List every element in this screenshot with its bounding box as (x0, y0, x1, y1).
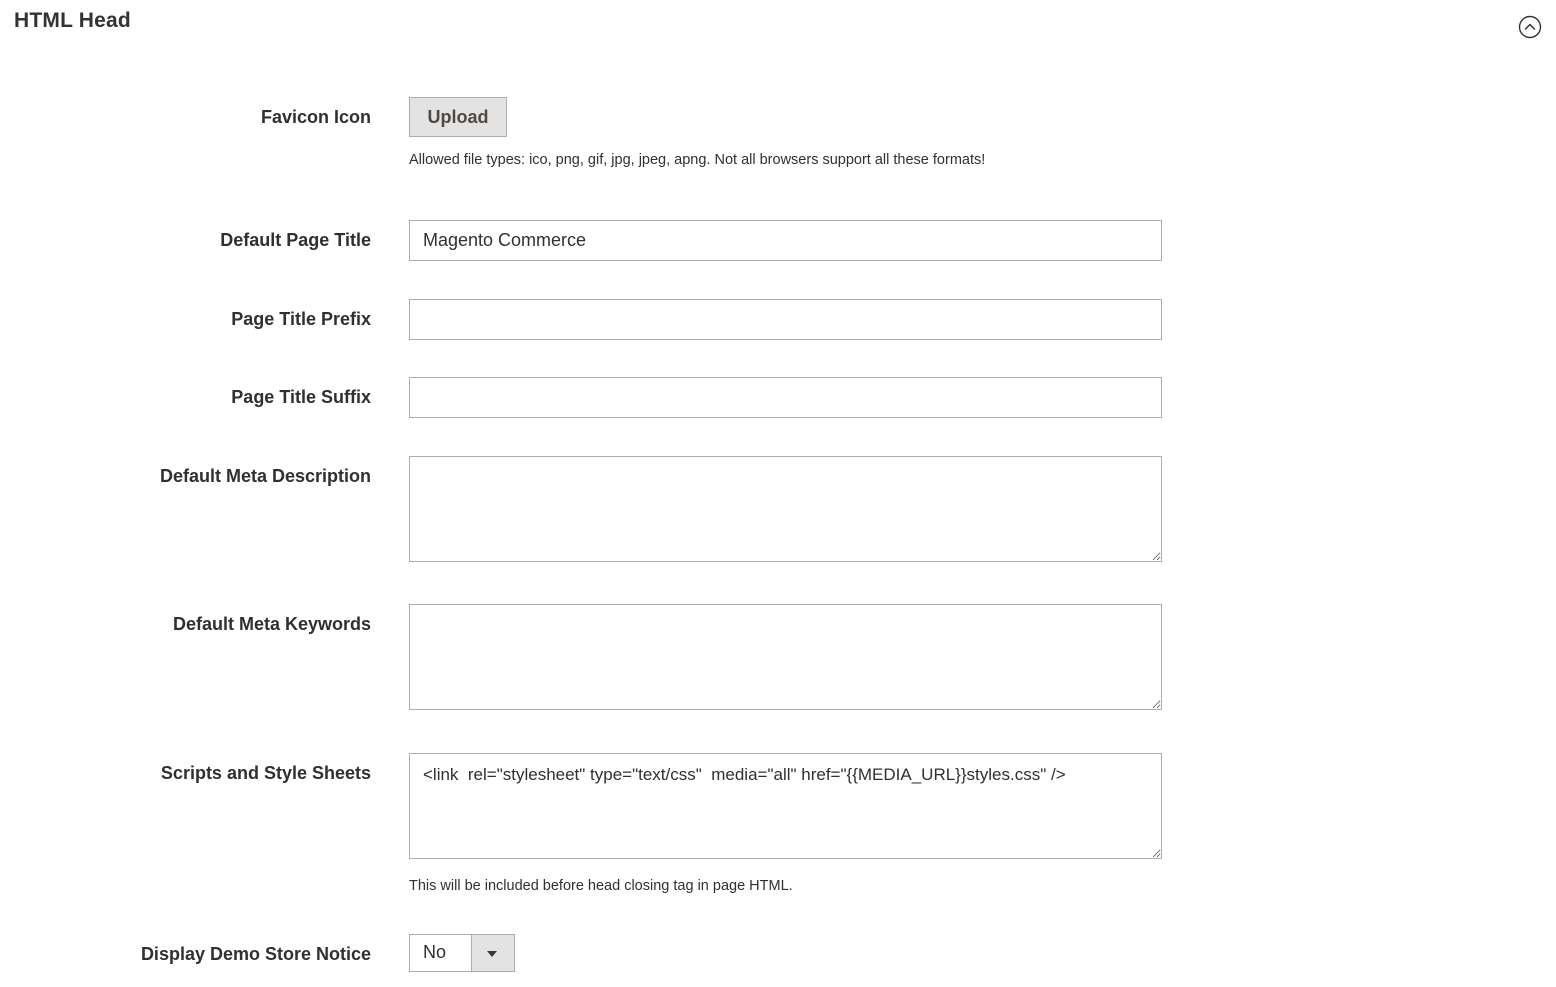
demo-notice-select[interactable]: No (409, 934, 515, 972)
scripts-note: This will be included before head closin… (409, 878, 793, 894)
scripts-label: Scripts and Style Sheets (160, 763, 371, 783)
select-arrow-button[interactable] (471, 935, 514, 971)
upload-button[interactable]: Upload (409, 97, 507, 137)
title-prefix-label: Page Title Prefix (231, 309, 371, 329)
favicon-label: Favicon Icon (260, 107, 371, 127)
favicon-control: Upload (409, 97, 507, 137)
demo-notice-selected-value: No (423, 942, 447, 962)
title-suffix-input[interactable] (409, 377, 1162, 418)
default-title-label: Default Page Title (220, 230, 371, 250)
meta-description-textarea[interactable] (409, 456, 1162, 562)
scripts-textarea[interactable]: <link rel="stylesheet" type="text/css" m… (409, 753, 1162, 859)
default-title-input[interactable] (409, 220, 1162, 261)
favicon-note: Allowed file types: ico, png, gif, jpg, … (409, 152, 986, 168)
caret-down-icon (487, 951, 497, 957)
section-header[interactable]: HTML Head (0, 0, 1556, 50)
demo-notice-label: Display Demo Store Notice (140, 944, 371, 964)
chevron-up-circle-icon[interactable] (1518, 15, 1542, 39)
section-title[interactable]: HTML Head (14, 9, 131, 33)
meta-description-label: Default Meta Description (159, 466, 371, 486)
meta-keywords-label: Default Meta Keywords (172, 614, 371, 634)
html-head-config-page: HTML Head Favicon Icon Upload Allowed fi… (0, 0, 1556, 987)
title-suffix-label: Page Title Suffix (231, 387, 371, 407)
meta-keywords-textarea[interactable] (409, 604, 1162, 710)
title-prefix-input[interactable] (409, 299, 1162, 340)
